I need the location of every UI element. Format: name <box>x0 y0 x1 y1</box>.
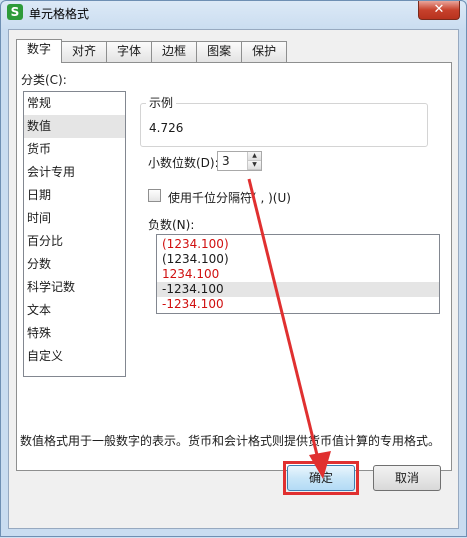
dialog-client: 数字 对齐 字体 边框 图案 保护 分类(C): 常规 数值 货币 会计专用 日… <box>8 29 459 529</box>
thousands-separator-checkbox[interactable] <box>148 189 161 202</box>
spin-up-icon[interactable]: ▲ <box>248 152 261 161</box>
category-item[interactable]: 自定义 <box>24 345 125 368</box>
sample-value: 4.726 <box>149 121 184 135</box>
cancel-button[interactable]: 取消 <box>373 465 441 491</box>
decimal-spinner: ▲ ▼ <box>247 152 261 170</box>
category-item[interactable]: 科学记数 <box>24 276 125 299</box>
negative-format-item[interactable]: 1234.100 <box>157 267 439 282</box>
sample-legend: 示例 <box>146 94 177 111</box>
tab-strip: 数字 对齐 字体 边框 图案 保护 <box>16 39 288 63</box>
category-item[interactable]: 百分比 <box>24 230 125 253</box>
category-item-selected[interactable]: 数值 <box>24 115 125 138</box>
negative-numbers-label: 负数(N): <box>148 218 195 232</box>
number-tab-panel: 分类(C): 常规 数值 货币 会计专用 日期 时间 百分比 分数 科学记数 文… <box>16 62 452 471</box>
negative-format-item[interactable]: (1234.100) <box>157 252 439 267</box>
tab-alignment[interactable]: 对齐 <box>61 41 108 62</box>
category-item[interactable]: 特殊 <box>24 322 125 345</box>
title-bar[interactable]: S 单元格格式 ✕ <box>1 1 466 25</box>
category-item[interactable]: 文本 <box>24 299 125 322</box>
tab-protection[interactable]: 保护 <box>241 41 288 62</box>
dialog-window: S 单元格格式 ✕ 数字 对齐 字体 边框 图案 保护 分类(C): 常规 数值… <box>0 0 467 537</box>
category-item[interactable]: 货币 <box>24 138 125 161</box>
decimal-places-label: 小数位数(D): <box>148 156 219 170</box>
category-list[interactable]: 常规 数值 货币 会计专用 日期 时间 百分比 分数 科学记数 文本 特殊 自定… <box>23 91 126 377</box>
spin-down-icon[interactable]: ▼ <box>248 161 261 170</box>
window-title: 单元格格式 <box>29 7 90 21</box>
category-item[interactable]: 日期 <box>24 184 125 207</box>
category-item[interactable]: 常规 <box>24 92 125 115</box>
ok-button[interactable]: 确定 <box>287 465 355 491</box>
close-button[interactable]: ✕ <box>418 1 460 20</box>
tab-number[interactable]: 数字 <box>16 39 63 63</box>
category-label: 分类(C): <box>21 73 67 87</box>
negative-format-item[interactable]: -1234.100 <box>157 297 439 312</box>
category-item[interactable]: 分数 <box>24 253 125 276</box>
category-item[interactable]: 时间 <box>24 207 125 230</box>
category-item[interactable]: 会计专用 <box>24 161 125 184</box>
tab-border[interactable]: 边框 <box>151 41 198 62</box>
tab-pattern[interactable]: 图案 <box>196 41 243 62</box>
thousands-separator-label: 使用千位分隔符( , )(U) <box>168 191 291 205</box>
format-description: 数值格式用于一般数字的表示。货币和会计格式则提供货币值计算的专用格式。 <box>20 434 441 448</box>
negative-format-item[interactable]: (1234.100) <box>157 237 439 252</box>
tab-font[interactable]: 字体 <box>106 41 153 62</box>
negative-numbers-list[interactable]: (1234.100) (1234.100) 1234.100 -1234.100… <box>156 234 440 314</box>
negative-format-item-selected[interactable]: -1234.100 <box>157 282 439 297</box>
app-logo-icon: S <box>7 4 23 20</box>
